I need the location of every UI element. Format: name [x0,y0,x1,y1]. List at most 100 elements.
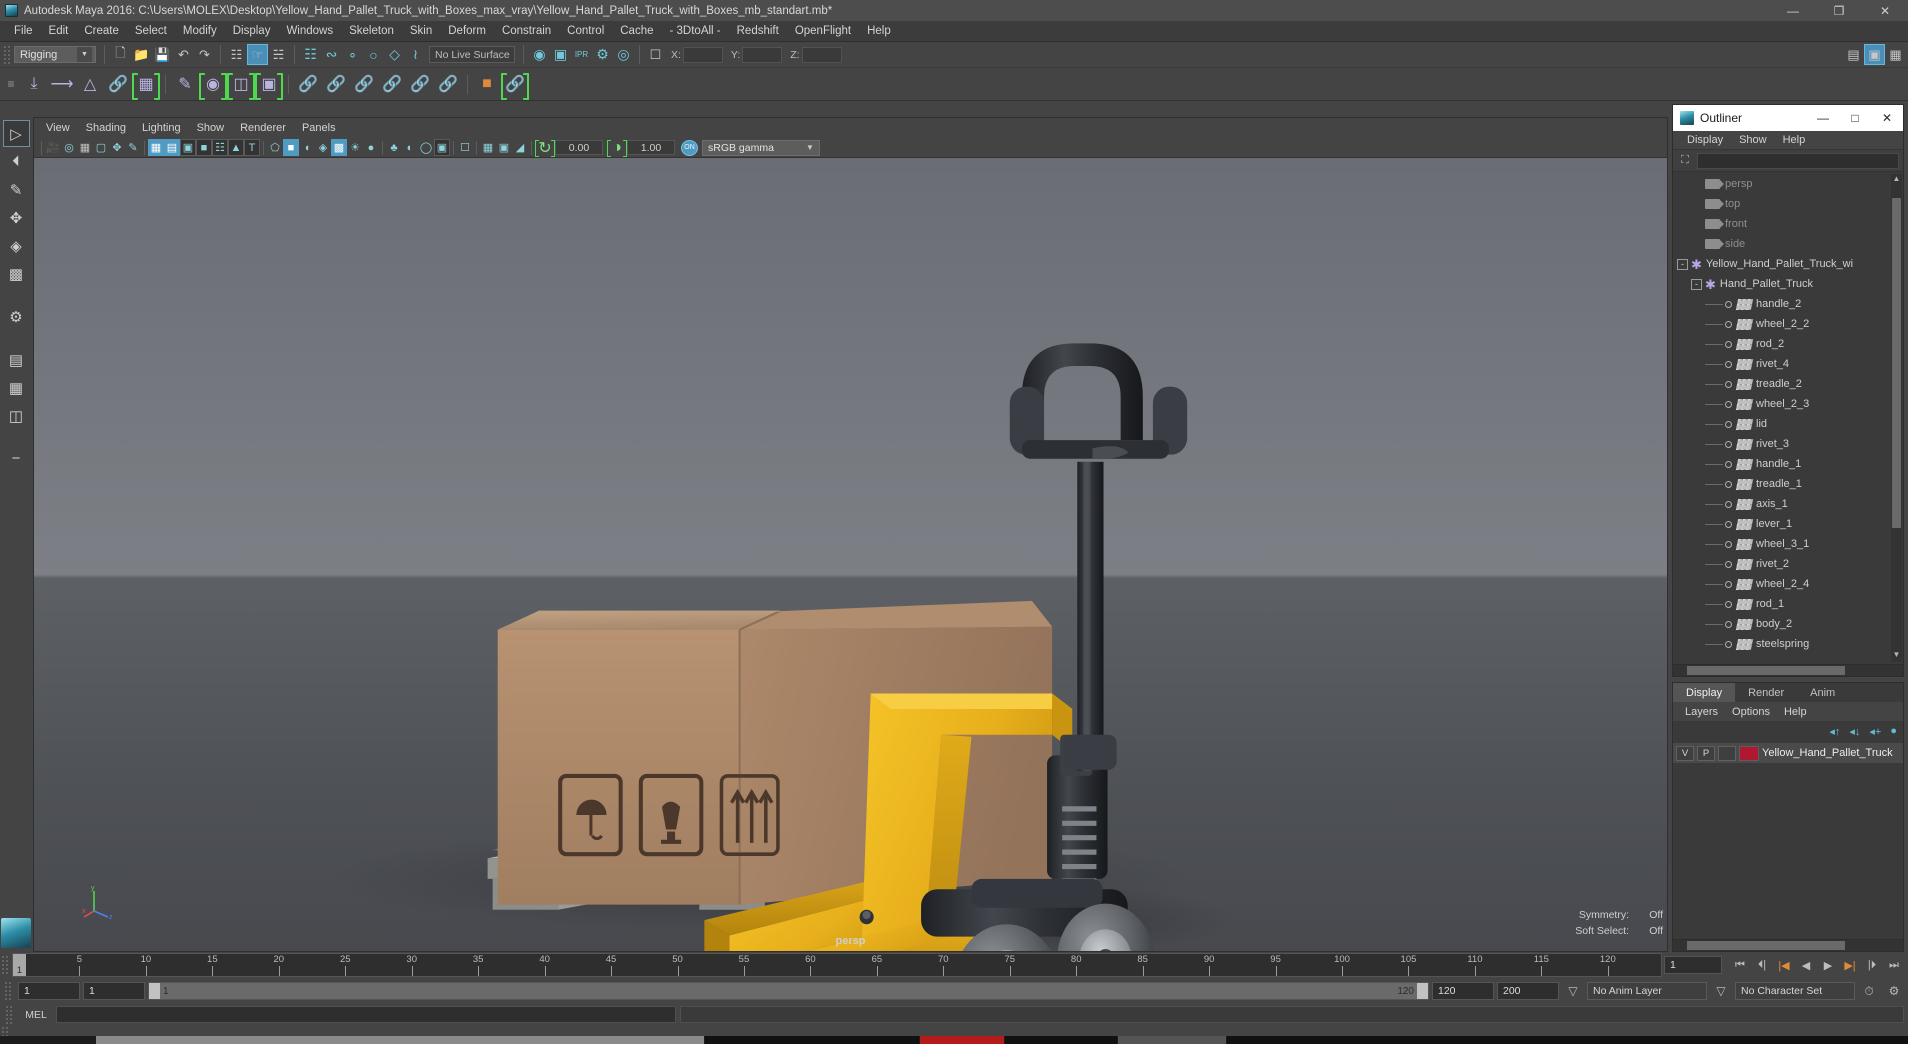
panel-menu-view[interactable]: View [38,120,78,136]
layer-visibility-toggle[interactable]: V [1676,745,1694,761]
textured-icon[interactable]: ▩ [331,139,347,156]
outliner-item-steelspring[interactable]: steelspring [1673,634,1903,654]
outliner-item-rod_1[interactable]: rod_1 [1673,594,1903,614]
outliner-tree[interactable]: persp top front side - ✱ Yellow_Hand_Pallet_Tr… [1673,172,1903,664]
resolution-gate-icon[interactable]: ▣ [180,139,196,156]
close-button[interactable]: ✕ [1862,0,1908,21]
outliner-maximize-button[interactable]: □ [1839,105,1871,131]
current-time-indicator[interactable]: 1 [13,954,26,976]
move-layer-down-icon[interactable]: ◂↓ [1849,725,1860,738]
single-perspective-layout-icon[interactable]: ▤ [3,346,30,373]
outliner-item-wheel_2_4[interactable]: wheel_2_4 [1673,574,1903,594]
menu-file[interactable]: File [6,22,41,40]
insert-joint-icon[interactable]: 🔗 [104,71,132,98]
z-input[interactable] [801,46,842,63]
camera-attributes-icon[interactable]: ◎ [61,139,77,156]
menu-deform[interactable]: Deform [440,22,494,40]
menu-cache[interactable]: Cache [612,22,661,40]
motion-blur-icon[interactable]: ◐ [402,139,418,156]
layer-row[interactable]: V P Yellow_Hand_Pallet_Truck [1673,743,1903,763]
menu-edit[interactable]: Edit [41,22,77,40]
command-input-field[interactable] [56,1006,676,1023]
make-live-icon[interactable]: ≀ [405,44,426,65]
panel-menu-show[interactable]: Show [189,120,233,136]
outliner-menu-help[interactable]: Help [1775,132,1814,148]
select-component-icon[interactable]: ☵ [268,44,289,65]
show-attribute-editor-icon[interactable]: ▤ [1843,44,1864,65]
shelf-grip[interactable]: ≡ [2,72,20,96]
move-layer-up-icon[interactable]: ◂↑ [1829,725,1840,738]
outliner-item-rivet_2[interactable]: rivet_2 [1673,554,1903,574]
gamma-icon[interactable]: ◑ [607,139,627,157]
grid-toggle-icon[interactable]: ▦ [148,139,164,156]
menu-windows[interactable]: Windows [278,22,341,40]
film-gate-icon[interactable]: ▤ [164,139,180,156]
grease-pencil-icon[interactable]: ✎ [125,139,141,156]
outliner-item-handle_2[interactable]: handle_2 [1673,294,1903,314]
lattice-deformer-icon[interactable]: ◉ [199,71,227,100]
show-channel-box-icon[interactable]: ▦ [1885,44,1906,65]
layer-list[interactable]: V P Yellow_Hand_Pallet_Truck [1673,741,1903,939]
outliner-item-persp[interactable]: persp [1673,174,1903,194]
maximize-button[interactable]: ❐ [1816,0,1862,21]
time-slider-track[interactable]: 1 5 10 15 20 25 30 35 40 45 50 55 60 65 70 75 80 85 90 95 1… [12,953,1662,977]
outliner-item-hand_pallet_truck[interactable]: - ✱ Hand_Pallet_Truck [1673,274,1903,294]
time-slider-grip[interactable] [0,954,9,976]
outliner-item-side[interactable]: side [1673,234,1903,254]
color-management-toggle[interactable]: ON [681,139,698,156]
joint-tool-icon[interactable]: ⤓ [20,71,48,98]
select-hierarchy-icon[interactable]: ☷ [226,44,247,65]
outliner-minimize-button[interactable]: — [1807,105,1839,131]
open-scene-icon[interactable]: 📁 [131,44,152,65]
bind-skin-icon[interactable]: ▦ [132,71,160,100]
x-input[interactable] [682,46,723,63]
scroll-up-icon[interactable]: ▲ [1891,174,1902,186]
animation-preferences-icon[interactable]: ⚙ [1883,981,1905,1001]
lasso-tool-icon[interactable]: ⏴ [3,148,30,175]
command-line-grip[interactable] [4,1003,13,1026]
smooth-shade-selected-icon[interactable]: ◖ [299,139,315,156]
show-tool-settings-icon[interactable]: ▣ [1864,44,1885,65]
outliner-item-yellow_hand_pallet_truck_wi[interactable]: - ✱ Yellow_Hand_Pallet_Truck_wi [1673,254,1903,274]
render-view-icon[interactable]: ◉ [529,44,550,65]
outliner-close-button[interactable]: ✕ [1871,105,1903,131]
four-view-layout-icon[interactable]: ▦ [3,374,30,401]
two-d-pan-zoom-icon[interactable]: ✥ [109,139,125,156]
layer-color-swatch[interactable] [1739,745,1759,761]
bookmark-icon[interactable]: ▦ [77,139,93,156]
layer-horizontal-scrollbar[interactable] [1673,939,1903,951]
parent-constraint-icon[interactable]: 🔗 [294,71,322,98]
gate-mask-icon[interactable]: ■ [196,139,212,156]
current-frame-field[interactable]: 1 [1664,956,1722,974]
menu-constrain[interactable]: Constrain [494,22,559,40]
outliner-item-handle_1[interactable]: handle_1 [1673,454,1903,474]
menu-help[interactable]: Help [859,22,899,40]
layer-menu-help[interactable]: Help [1777,704,1814,720]
ik-spline-handle-icon[interactable]: △ [76,71,104,98]
snap-view-plane-icon[interactable]: ◇ [384,44,405,65]
command-language-label[interactable]: MEL [20,1009,52,1021]
color-profile-selector[interactable]: sRGB gamma ▼ [702,139,820,156]
exposure-icon[interactable]: ↻ [535,139,555,157]
animation-end-time-field[interactable]: 200 [1497,982,1559,1000]
outliner-item-body_2[interactable]: body_2 [1673,614,1903,634]
status-line-grip[interactable] [2,43,11,66]
point-constraint-icon[interactable]: 🔗 [322,71,350,98]
layer-type-toggle[interactable] [1718,745,1736,761]
input-field-mode-icon[interactable]: ☐ [645,44,666,65]
tab-display[interactable]: Display [1673,683,1736,702]
redo-icon[interactable]: ↷ [194,44,215,65]
safe-title-icon[interactable]: T [244,139,260,156]
go-to-end-button[interactable]: ⏭ [1884,955,1904,975]
wireframe-on-shaded-icon[interactable]: ◈ [315,139,331,156]
tab-anim[interactable]: Anim [1797,683,1849,702]
outliner-item-rivet_4[interactable]: rivet_4 [1673,354,1903,374]
snap-projected-center-icon[interactable]: ○ [363,44,384,65]
pole-vector-constraint-icon[interactable]: 🔗 [434,71,462,98]
snap-point-icon[interactable]: ∘ [342,44,363,65]
gamma-value[interactable]: 1.00 [627,140,675,155]
use-all-lights-icon[interactable]: ☀ [347,139,363,156]
cluster-deformer-icon[interactable]: ◫ [227,71,255,100]
exposure-value[interactable]: 0.00 [555,140,603,155]
layer-menu-layers[interactable]: Layers [1678,704,1725,720]
